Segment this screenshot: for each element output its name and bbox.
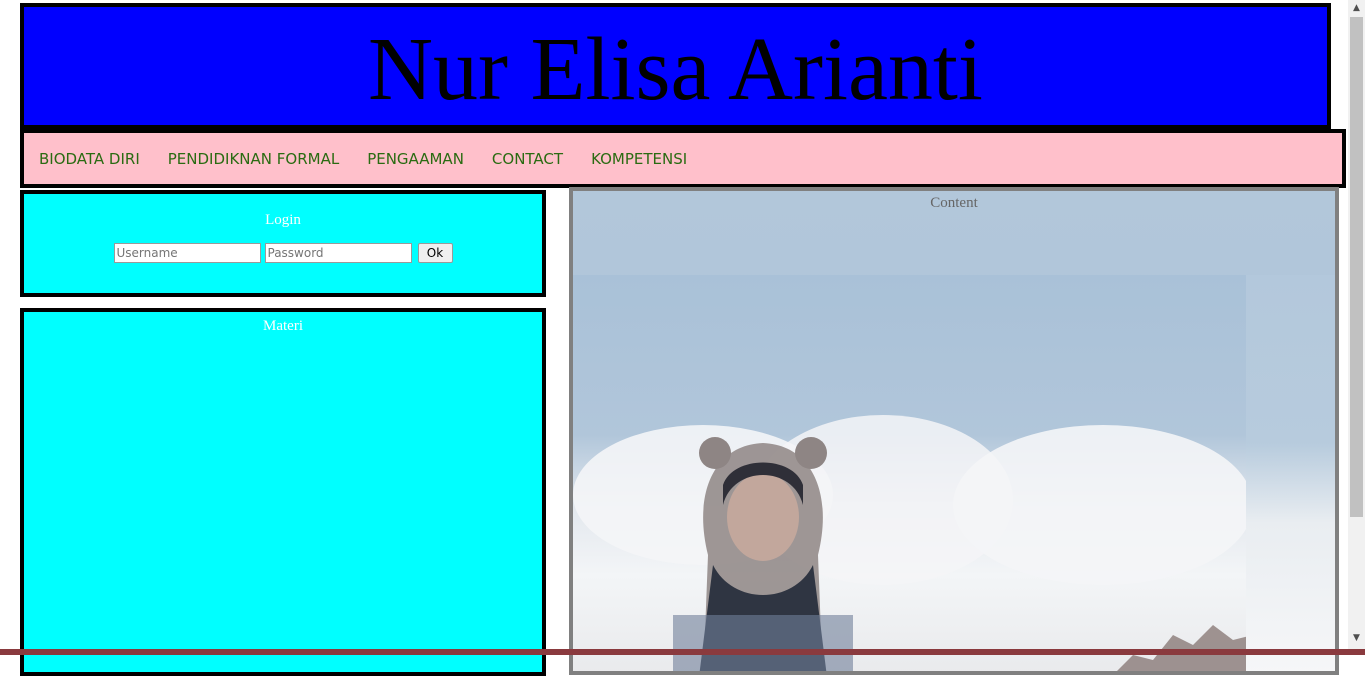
nav-item-biodata-diri[interactable]: BIODATA DIRI [39,150,140,168]
content-title: Content [930,195,978,211]
rocks [1117,625,1253,671]
page-scrollbar[interactable]: ▲ ▼ [1348,0,1365,655]
background-photo-tile [1246,275,1335,671]
nav-item-pendidikan-formal[interactable]: PENDIDIKNAN FORMAL [168,150,339,168]
materi-title: Materi [263,318,303,334]
chevron-up-icon[interactable]: ▲ [1348,0,1365,17]
login-form: Ok [24,243,542,263]
login-submit-button[interactable]: Ok [417,243,453,263]
login-title: Login [265,212,301,228]
nav-item-kompetensi[interactable]: KOMPETENSI [591,150,687,168]
chevron-down-icon[interactable]: ▼ [1348,630,1365,647]
content-panel: Content [569,187,1339,675]
site-title: Nur Elisa Arianti [368,20,983,119]
password-input[interactable] [264,243,412,263]
taskbar-strip [0,649,1365,655]
person-photo [673,437,853,671]
materi-panel: Materi [20,308,546,676]
username-input[interactable] [113,243,261,263]
nav-item-contact[interactable]: CONTACT [492,150,563,168]
background-photo [573,275,1253,671]
site-header: Nur Elisa Arianti [20,3,1331,129]
login-panel: Login Ok [20,190,546,297]
scrollbar-thumb[interactable] [1350,17,1363,517]
nav-item-pengalaman[interactable]: PENGAAMAN [367,150,464,168]
main-nav: BIODATA DIRI PENDIDIKNAN FORMAL PENGAAMA… [20,129,1346,188]
